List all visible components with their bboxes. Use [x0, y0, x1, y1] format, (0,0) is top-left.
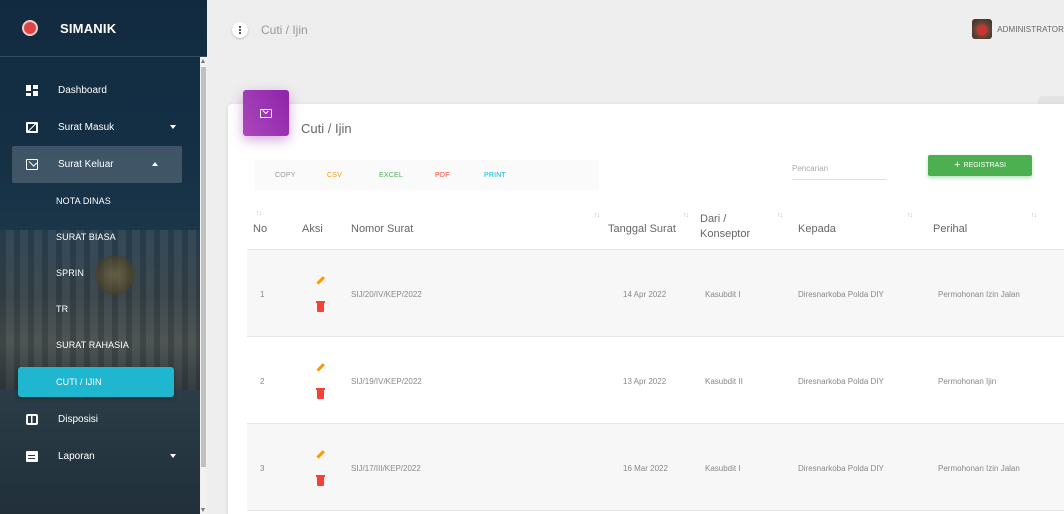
cell-tanggal-surat: 16 Mar 2022 — [623, 464, 668, 473]
sidebar-item-label: Disposisi — [58, 414, 99, 425]
delete-icon[interactable] — [316, 475, 325, 486]
cell-tanggal-surat: 13 Apr 2022 — [623, 377, 667, 386]
card-header-icon — [243, 90, 289, 136]
chevron-down-icon — [170, 454, 176, 458]
table-row: 3 SIJ/17/III/KEP/2022 16 Mar 2022 Kasubd… — [247, 424, 1064, 511]
sidebar-item-disposisi[interactable]: Disposisi — [0, 401, 200, 438]
cell-perihal: Permohonan Izin Jalan — [938, 290, 1020, 299]
sidebar-item-surat-keluar[interactable]: Surat Keluar — [12, 146, 182, 183]
submenu-item-sprin[interactable]: SPRIN — [0, 255, 200, 291]
cell-perihal: Permohonan Ijin — [938, 377, 997, 386]
cell-no: 1 — [260, 290, 265, 299]
sidebar-item-label: Surat Masuk — [58, 122, 115, 133]
mail-icon — [26, 159, 38, 170]
sort-icon: ↑↓ — [1031, 212, 1037, 219]
brand[interactable]: SIMANIK — [0, 0, 207, 57]
submenu-item-cuti-ijin[interactable]: CUTI / IJIN — [18, 367, 174, 397]
content-card: Cuti / Ijin COPY CSV EXCEL PDF PRINT + R… — [228, 90, 1064, 514]
submenu-item-surat-rahasia[interactable]: SURAT RAHASIA — [0, 327, 200, 363]
menu-toggle-button[interactable] — [232, 22, 248, 38]
copy-button[interactable]: COPY — [275, 172, 296, 179]
sidebar-item-label: Surat Keluar — [58, 159, 114, 170]
cell-nomor-surat: SIJ/17/III/KEP/2022 — [351, 464, 421, 473]
column-header-konseptor[interactable]: Konseptor — [700, 228, 750, 240]
sort-icon: ↑↓ — [683, 212, 689, 219]
mail-icon — [260, 108, 272, 118]
chevron-down-icon — [170, 125, 176, 129]
card-title: Cuti / Ijin — [301, 121, 352, 136]
cell-nomor-surat: SIJ/20/IV/KEP/2022 — [351, 290, 422, 299]
chevron-up-icon — [152, 162, 158, 166]
brand-logo-icon — [22, 20, 38, 36]
cell-no: 3 — [260, 464, 265, 473]
brand-name: SIMANIK — [60, 20, 117, 36]
breadcrumb: Cuti / Ijin — [261, 23, 308, 37]
more-vertical-icon — [239, 26, 241, 34]
sidebar-item-laporan[interactable]: Laporan — [0, 438, 200, 475]
delete-icon[interactable] — [316, 301, 325, 312]
submenu-item-tr[interactable]: TR — [0, 291, 200, 327]
table-row: 2 SIJ/19/IV/KEP/2022 13 Apr 2022 Kasubdi… — [247, 337, 1064, 424]
column-header-tanggal-surat[interactable]: Tanggal Surat — [608, 223, 676, 235]
disposisi-icon — [26, 414, 38, 425]
sidebar-item-surat-masuk[interactable]: Surat Masuk — [0, 109, 200, 146]
cell-kepada: Diresnarkoba Polda DIY — [798, 290, 884, 299]
edit-icon[interactable] — [316, 363, 324, 371]
edit-icon[interactable] — [316, 276, 324, 284]
sort-icon: ↑↓ — [256, 210, 262, 217]
sidebar: SIMANIK Dashboard Surat Masuk Surat Kelu… — [0, 0, 207, 514]
inbox-icon — [26, 122, 38, 133]
user-menu[interactable]: ADMINISTRATOR — [972, 19, 1064, 39]
registrasi-label: REGISTRASI — [963, 162, 1006, 169]
column-header-nomor-surat[interactable]: Nomor Surat — [351, 223, 413, 235]
edit-icon[interactable] — [316, 450, 324, 458]
scrollbar-thumb[interactable] — [201, 67, 206, 467]
column-header-aksi: Aksi — [302, 223, 323, 235]
cell-dari: Kasubdit II — [705, 377, 743, 386]
column-header-dari[interactable]: Dari / — [700, 213, 726, 225]
print-button[interactable]: PRINT — [484, 172, 506, 179]
cell-tanggal-surat: 14 Apr 2022 — [623, 290, 667, 299]
report-icon — [26, 451, 38, 462]
table-header: No ↑↓ Aksi Nomor Surat ↑↓ Tanggal Surat … — [247, 207, 1064, 250]
user-name: ADMINISTRATOR — [997, 24, 1064, 34]
column-header-perihal[interactable]: Perihal — [933, 223, 967, 235]
sidebar-item-label: Laporan — [58, 451, 95, 462]
registrasi-button[interactable]: + REGISTRASI — [928, 155, 1032, 176]
cell-kepada: Diresnarkoba Polda DIY — [798, 464, 884, 473]
search-input[interactable] — [792, 158, 886, 180]
cell-dari: Kasubdit I — [705, 464, 741, 473]
sidebar-item-label: Dashboard — [58, 85, 107, 96]
cell-kepada: Diresnarkoba Polda DIY — [798, 377, 884, 386]
pdf-button[interactable]: PDF — [435, 172, 450, 179]
delete-icon[interactable] — [316, 388, 325, 399]
sort-icon: ↑↓ — [777, 212, 783, 219]
sidebar-menu: Dashboard Surat Masuk Surat Keluar NOTA … — [0, 72, 200, 475]
plus-icon: + — [954, 159, 961, 171]
table-row: 1 SIJ/20/IV/KEP/2022 14 Apr 2022 Kasubdi… — [247, 250, 1064, 337]
cell-nomor-surat: SIJ/19/IV/KEP/2022 — [351, 377, 422, 386]
scroll-down-icon[interactable] — [201, 508, 205, 512]
cell-perihal: Permohonan Izin Jalan — [938, 464, 1020, 473]
topbar: Cuti / Ijin ADMINISTRATOR — [207, 0, 1064, 57]
cell-no: 2 — [260, 377, 265, 386]
dashboard-icon — [26, 85, 38, 96]
excel-button[interactable]: EXCEL — [379, 172, 403, 179]
csv-button[interactable]: CSV — [327, 172, 342, 179]
avatar — [972, 19, 993, 39]
export-buttons: COPY CSV EXCEL PDF PRINT — [255, 160, 599, 190]
scroll-up-icon[interactable] — [201, 59, 205, 63]
sort-icon: ↑↓ — [594, 212, 600, 219]
sidebar-item-dashboard[interactable]: Dashboard — [0, 72, 200, 109]
column-header-kepada[interactable]: Kepada — [798, 223, 836, 235]
submenu-item-surat-biasa[interactable]: SURAT BIASA — [0, 219, 200, 255]
sidebar-scrollbar[interactable] — [200, 57, 207, 514]
column-header-no[interactable]: No — [253, 223, 267, 235]
cell-dari: Kasubdit I — [705, 290, 741, 299]
submenu-item-nota-dinas[interactable]: NOTA DINAS — [0, 183, 200, 219]
sort-icon: ↑↓ — [907, 212, 913, 219]
data-table: No ↑↓ Aksi Nomor Surat ↑↓ Tanggal Surat … — [247, 207, 1064, 511]
